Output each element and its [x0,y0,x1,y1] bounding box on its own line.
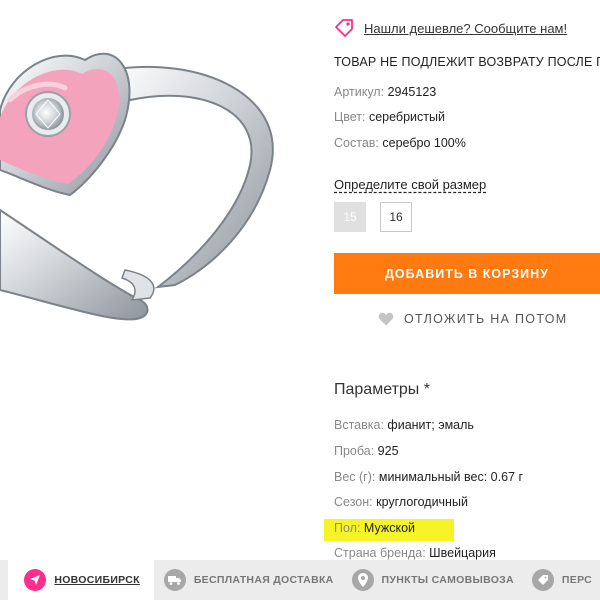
pickup-points-link[interactable]: ПУНКТЫ САМОВЫВОЗА [342,560,522,600]
heart-icon [378,312,394,326]
city-label: НОВОСИБИРСК [54,574,140,586]
truck-icon [163,569,186,591]
location-arrow-icon [24,569,47,591]
attribute-key: Артикул: [334,85,385,99]
product-image [0,52,274,321]
tag-icon [335,19,353,37]
param-row: Страна бренда: Швейцария [334,546,496,560]
param-key: Вставка: [334,418,384,432]
param-value: Мужской [363,521,416,535]
param-row: Пол: Мужской [334,521,415,535]
city-selector[interactable]: НОВОСИБИРСК [8,560,154,600]
tag-circle-icon [531,569,554,591]
attribute-value: серебро 100% [382,136,466,150]
attribute-key: Цвет: [334,110,366,124]
params-title: Параметры * [334,381,430,398]
personal-label: ПЕРС [561,574,592,586]
pickup-points-label: ПУНКТЫ САМОВЫВОЗА [381,574,514,586]
param-row: Сезон: круглогодичный [334,495,468,509]
param-row: Вставка: фианит; эмаль [334,418,474,432]
no-return-notice: ТОВАР НЕ ПОДЛЕЖИТ ВОЗВРАТУ ПОСЛЕ П [334,55,600,69]
param-value: минимальный вес: 0.67 г [378,470,524,484]
personal-link[interactable]: ПЕРС [522,560,600,600]
param-value: Швейцария [429,546,496,560]
param-value: фианит; эмаль [387,418,474,432]
size-option-15[interactable]: 15 [334,202,366,232]
param-key: Сезон: [334,495,373,509]
size-guide-link[interactable]: Определите свой размер [334,177,486,192]
size-option-16[interactable]: 16 [380,202,412,232]
param-key: Пол: [334,521,361,535]
attribute-color: Цвет: серебристый [334,110,445,124]
param-value: круглогодичный [376,495,468,509]
param-row: Вес (г): минимальный вес: 0.67 г [334,470,523,484]
attribute-value: 2945123 [387,85,437,99]
map-pin-icon [351,569,374,591]
free-delivery-label: БЕСПЛАТНАЯ ДОСТАВКА [193,574,334,586]
free-delivery-link[interactable]: БЕСПЛАТНАЯ ДОСТАВКА [154,560,342,600]
param-value: 925 [377,444,399,458]
param-key: Страна бренда: [334,546,426,560]
cheaper-report[interactable]: Нашли дешевле? Сообщите нам! [334,18,567,38]
param-row: Проба: 925 [334,444,399,458]
attribute-value: серебристый [368,110,445,124]
param-key: Вес (г): [334,470,376,484]
bottom-bar-edge [0,560,9,600]
save-for-later-button[interactable]: ОТЛОЖИТЬ НА ПОТОМ [378,312,567,326]
cheaper-link[interactable]: Нашли дешевле? Сообщите нам! [364,21,567,36]
attribute-composition: Состав: серебро 100% [334,136,466,150]
attribute-key: Состав: [334,136,379,150]
attribute-article: Артикул: 2945123 [334,85,436,99]
param-key: Проба: [334,444,375,458]
save-for-later-label: ОТЛОЖИТЬ НА ПОТОМ [404,312,568,326]
bottom-bar: НОВОСИБИРСК БЕСПЛАТНАЯ ДОСТАВКА ПУНКТЫ С… [0,560,600,600]
add-to-cart-button[interactable]: ДОБАВИТЬ В КОРЗИНУ [334,253,600,294]
